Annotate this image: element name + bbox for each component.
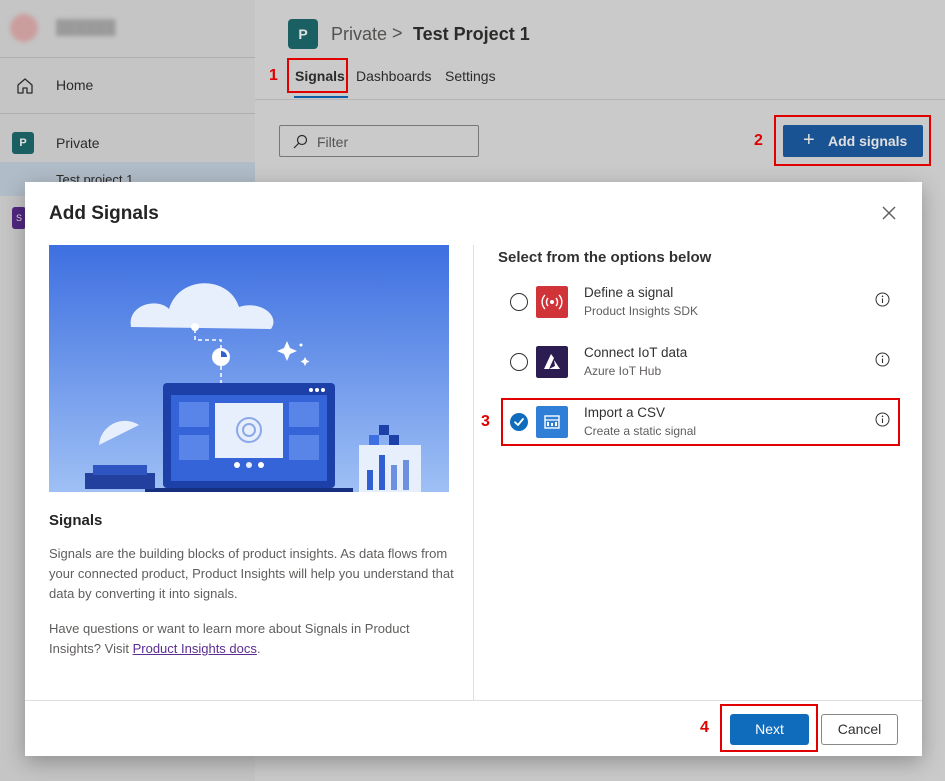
azure-icon (536, 346, 568, 378)
signals-heading: Signals (49, 512, 103, 529)
product-insights-docs-link[interactable]: Product Insights docs (133, 641, 257, 656)
close-icon[interactable] (881, 205, 897, 221)
callout-number-4: 4 (700, 719, 709, 736)
option-title: Define a signal (584, 285, 674, 300)
divider (473, 245, 474, 700)
signals-description: Signals are the building blocks of produ… (49, 546, 454, 601)
radio-define-signal[interactable] (510, 293, 528, 311)
cancel-button[interactable]: Cancel (821, 714, 898, 745)
callout-box-2 (774, 115, 931, 166)
signals-help-text: Have questions or want to learn more abo… (49, 619, 459, 659)
callout-box-1 (287, 58, 348, 93)
add-signals-dialog: Add Signals Signals Signals are the buil… (25, 182, 922, 756)
broadcast-icon (536, 286, 568, 318)
radio-connect-iot[interactable] (510, 353, 528, 371)
footer-divider (25, 700, 922, 701)
option-subtitle: Product Insights SDK (584, 304, 699, 318)
info-icon[interactable] (875, 292, 890, 307)
info-icon[interactable] (875, 352, 890, 367)
callout-box-3 (501, 398, 900, 446)
help-text-suffix: . (256, 641, 261, 656)
option-connect-iot[interactable]: Connect IoT data Azure IoT Hub (498, 338, 898, 388)
callout-number-3: 3 (481, 413, 490, 430)
option-title: Connect IoT data (584, 345, 688, 360)
signals-illustration (49, 245, 449, 492)
option-subtitle: Azure IoT Hub (584, 364, 662, 378)
dialog-title: Add Signals (49, 203, 159, 224)
options-heading: Select from the options below (498, 249, 712, 266)
option-define-signal[interactable]: Define a signal Product Insights SDK (498, 278, 898, 328)
callout-box-4 (720, 704, 818, 752)
callout-number-2: 2 (754, 132, 763, 149)
callout-number-1: 1 (269, 67, 278, 84)
